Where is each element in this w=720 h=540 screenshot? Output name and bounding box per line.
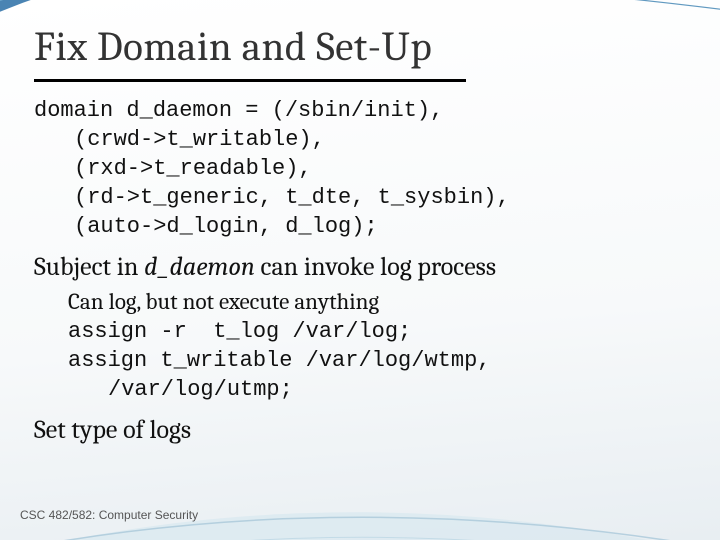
subject-line: Subject in d_daemon can invoke log proce…	[34, 251, 686, 284]
can-log-line: Can log, but not execute anything	[68, 288, 686, 315]
code-block-main: domain d_daemon = (/sbin/init), (crwd->t…	[34, 96, 686, 241]
footer-text: CSC 482/582: Computer Security	[20, 508, 198, 522]
subject-italic: d_daemon	[144, 252, 255, 282]
code-line: (rd->t_generic, t_dte, t_sysbin),	[74, 183, 686, 212]
code-line: (auto->d_login, d_log);	[74, 212, 686, 241]
code-line: assign -r t_log /var/log;	[68, 319, 411, 344]
subject-prefix: Subject in	[34, 252, 144, 282]
code-line: domain d_daemon = (/sbin/init),	[34, 98, 443, 123]
code-line: (crwd->t_writable),	[74, 125, 686, 154]
code-block-assign: assign -r t_log /var/log; assign t_writa…	[68, 317, 686, 404]
title-underline	[34, 79, 466, 82]
code-line: (rxd->t_readable),	[74, 154, 686, 183]
subject-suffix: can invoke log process	[255, 252, 496, 282]
slide-title: Fix Domain and Set-Up	[34, 24, 686, 71]
code-line: /var/log/utmp;	[108, 375, 686, 404]
set-type-line: Set type of logs	[34, 414, 686, 447]
slide: Fix Domain and Set-Up domain d_daemon = …	[0, 0, 720, 540]
content-area: Fix Domain and Set-Up domain d_daemon = …	[0, 0, 720, 456]
code-line: assign t_writable /var/log/wtmp,	[68, 348, 490, 373]
